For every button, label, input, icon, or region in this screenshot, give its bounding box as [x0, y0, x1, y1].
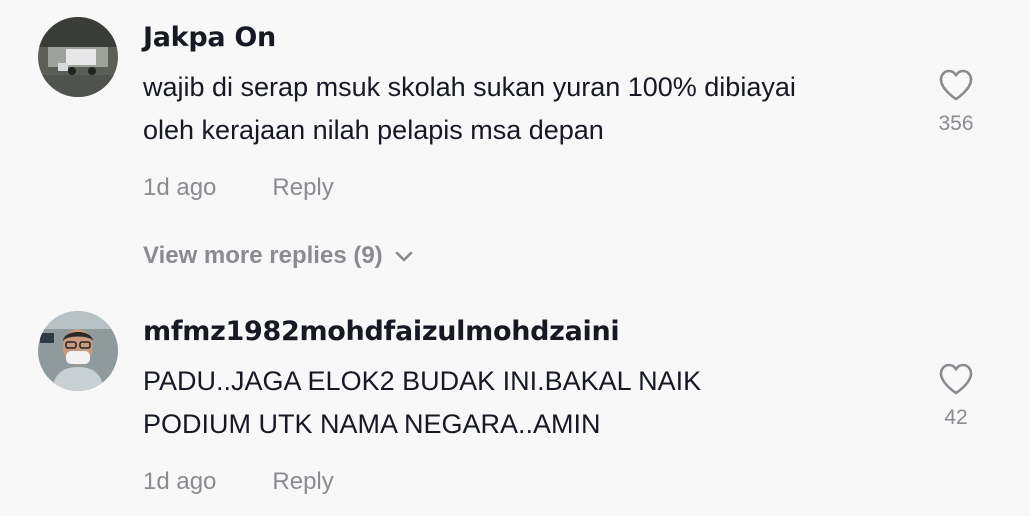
like-button[interactable]: 42 [926, 362, 986, 430]
comment-text-line: PADU..JAGA ELOK2 BUDAK INI.BAKAL NAIK [143, 366, 702, 396]
reply-button[interactable]: Reply [272, 468, 333, 495]
avatar-photo [38, 17, 118, 97]
like-button[interactable]: 356 [926, 68, 986, 136]
view-more-replies-button[interactable]: View more replies (9) [143, 242, 413, 270]
reply-button[interactable]: Reply [272, 174, 333, 201]
avatar[interactable] [38, 311, 118, 391]
heart-outline-icon [939, 69, 973, 101]
comment-username[interactable]: mfmz1982mohdfaizulmohdzaini [143, 316, 620, 347]
chevron-down-icon [395, 251, 412, 261]
comment-text-line: oleh kerajaan nilah pelapis msa depan [143, 115, 604, 145]
comment-username[interactable]: Jakpa On [143, 22, 276, 53]
comment-timestamp: 1d ago [143, 468, 217, 495]
comment-timestamp: 1d ago [143, 174, 217, 201]
comment-meta: 1d ago Reply [143, 174, 334, 202]
view-more-replies-label: View more replies (9) [143, 242, 383, 269]
comment-text-line: PODIUM UTK NAMA NEGARA..AMIN [143, 409, 601, 439]
like-count: 42 [944, 406, 968, 429]
avatar[interactable] [38, 17, 118, 97]
comment-text: PADU..JAGA ELOK2 BUDAK INI.BAKAL NAIK PO… [143, 360, 913, 446]
avatar-photo [38, 311, 118, 391]
comment-text: wajib di serap msuk skolah sukan yuran 1… [143, 66, 913, 152]
like-count: 356 [938, 112, 974, 135]
comment-text-line: wajib di serap msuk skolah sukan yuran 1… [143, 72, 796, 102]
comment-meta: 1d ago Reply [143, 468, 334, 496]
heart-outline-icon [939, 363, 973, 395]
